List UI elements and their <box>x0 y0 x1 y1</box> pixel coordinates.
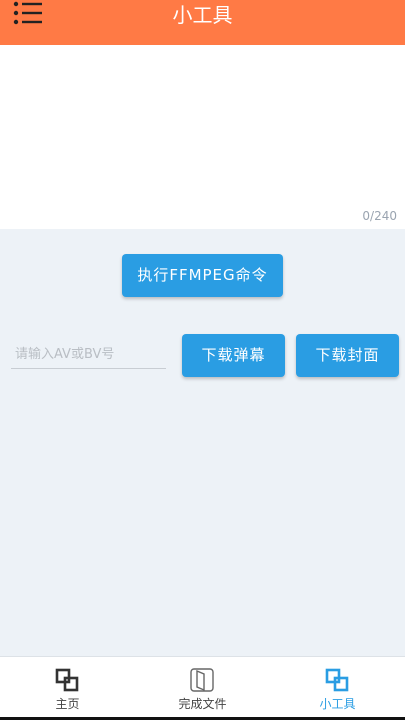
nav-item-home[interactable]: 主页 <box>0 657 135 713</box>
nav-label-home: 主页 <box>55 697 80 711</box>
app-bar: 小工具 <box>0 0 405 45</box>
char-counter: 0/240 <box>362 209 397 223</box>
exec-ffmpeg-button[interactable]: 执行FFMPEG命令 <box>122 254 283 297</box>
tools-icon <box>325 668 349 692</box>
nav-item-tools[interactable]: 小工具 <box>270 657 405 713</box>
video-id-input[interactable] <box>11 341 166 369</box>
command-textarea[interactable] <box>0 45 405 229</box>
download-cover-button[interactable]: 下载封面 <box>296 334 399 377</box>
command-input-panel: 0/240 <box>0 45 405 229</box>
nav-item-finished-files[interactable]: 完成文件 <box>135 657 270 713</box>
nav-label-finished-files: 完成文件 <box>178 697 227 711</box>
download-danmaku-button[interactable]: 下载弹幕 <box>182 334 285 377</box>
bottom-nav: 主页 完成文件 小工具 <box>0 656 405 720</box>
home-icon <box>55 668 79 692</box>
nav-label-tools: 小工具 <box>319 697 356 711</box>
page-title: 小工具 <box>172 3 233 27</box>
book-icon <box>190 668 214 692</box>
